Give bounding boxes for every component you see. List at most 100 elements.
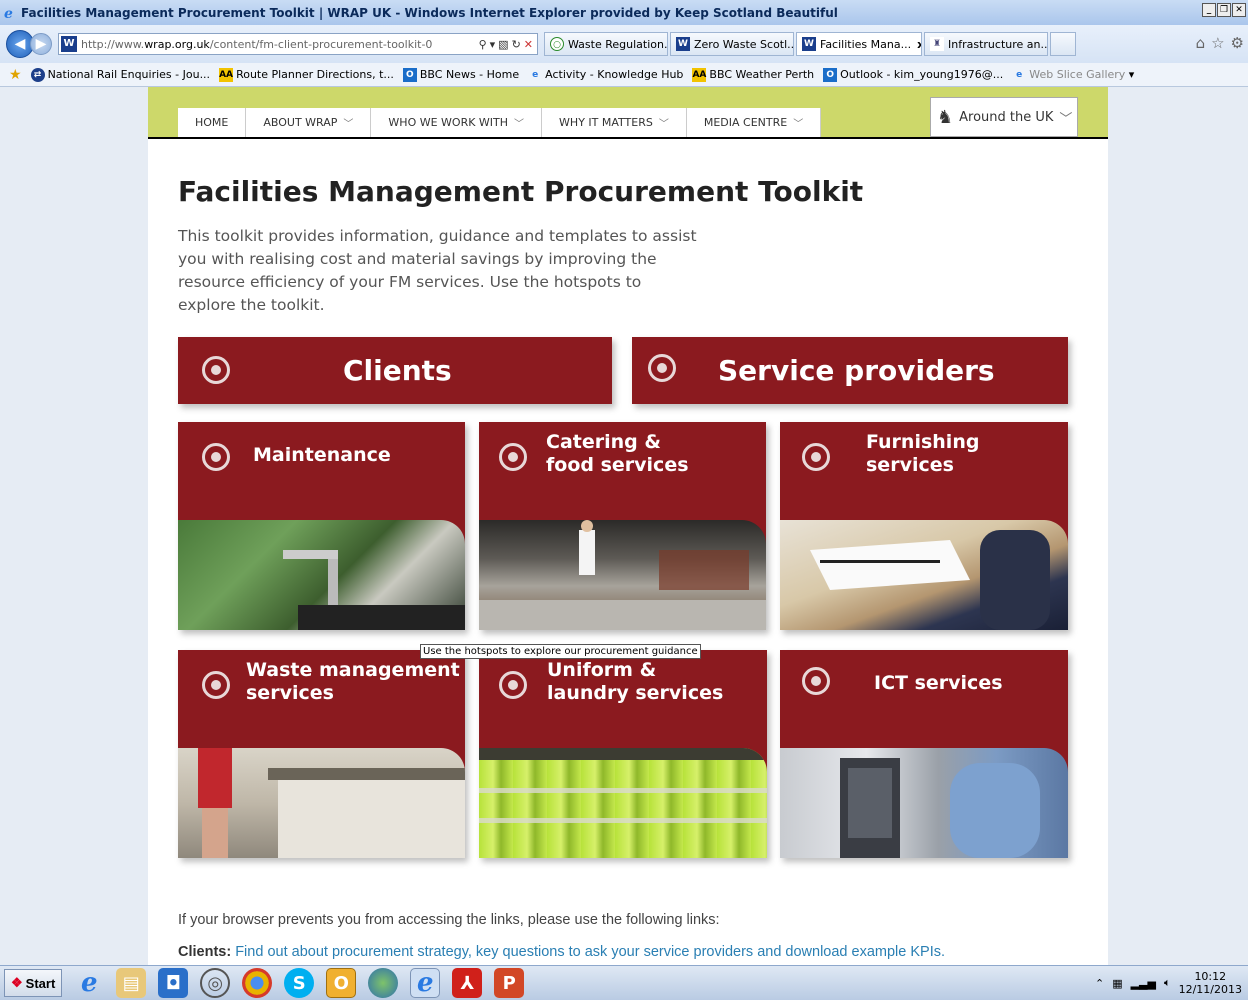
maintenance-image <box>178 520 465 630</box>
globe-icon: ○ <box>550 37 564 51</box>
fav-outlook[interactable]: O Outlook - kim_young1976@... <box>823 67 1003 82</box>
forward-button[interactable]: ▶ <box>30 33 52 55</box>
tile-label-line2: services <box>866 453 954 476</box>
window-title-bar: e Facilities Management Procurement Tool… <box>0 0 1248 25</box>
adobe-reader-icon[interactable]: ⅄ <box>452 968 483 998</box>
close-window-button[interactable]: ✕ <box>1232 3 1246 17</box>
internet-explorer-icon[interactable]: e <box>74 968 104 998</box>
waste-management-image <box>178 748 465 858</box>
aa-icon: AA <box>692 67 707 82</box>
tile-label-line1: Furnishing <box>866 431 980 453</box>
new-tab-button[interactable] <box>1050 32 1076 56</box>
footer-clients-link[interactable]: Find out about procurement strategy, key… <box>235 944 945 960</box>
gear-icon[interactable]: ⚙ <box>1231 34 1244 52</box>
fav-national-rail[interactable]: ⇄ National Rail Enquiries - Jou... <box>30 67 210 82</box>
globe-app-icon[interactable] <box>368 968 399 998</box>
stop-icon[interactable]: ✕ <box>524 38 533 51</box>
desk-icon <box>810 530 1050 630</box>
chrome-icon[interactable] <box>242 968 273 998</box>
browser-tools: ⌂ ☆ ⚙ <box>1196 34 1244 52</box>
fav-bbc-weather[interactable]: AA BBC Weather Perth <box>692 67 814 82</box>
tile-label-line1: Waste management <box>246 659 460 681</box>
tile-furnishing[interactable]: Furnishing services <box>780 422 1068 630</box>
tile-label: ICT services <box>874 672 1003 694</box>
catering-image <box>479 520 766 630</box>
tile-uniform-laundry[interactable]: Uniform & laundry services <box>479 650 767 858</box>
close-tab-icon[interactable]: x <box>917 38 921 51</box>
tile-service-providers[interactable]: Service providers <box>632 337 1068 404</box>
crest-icon: ♜ <box>930 37 944 51</box>
site-header: HOME ABOUT WRAP ﹀ WHO WE WORK WITH ﹀ WHY I… <box>148 87 1108 139</box>
tile-ict-services[interactable]: ICT services <box>780 650 1068 858</box>
ie-page-icon: e <box>532 69 539 80</box>
search-icon[interactable]: ⚲ <box>479 38 487 51</box>
favorites-star-icon[interactable]: ★ <box>9 67 22 83</box>
hotspot-icon <box>648 354 676 382</box>
hi-vis-vest-icon <box>479 748 767 823</box>
address-bar[interactable]: W http://www. wrap.org.uk/content/fm-clie… <box>58 33 538 55</box>
tab-waste-regulation[interactable]: ○ Waste Regulation... <box>544 32 668 56</box>
chevron-down-icon: ﹀ <box>1059 111 1073 127</box>
menu-about-wrap[interactable]: ABOUT WRAP ﹀ <box>246 108 372 137</box>
address-tools: ⚲ ▾ ▧ ↻ ✕ <box>479 38 537 51</box>
hotspot-icon <box>202 356 230 384</box>
powerpoint-icon[interactable]: P <box>494 968 525 998</box>
fav-route-planner[interactable]: AA Route Planner Directions, t... <box>219 67 394 82</box>
tile-maintenance[interactable]: Maintenance <box>178 422 465 630</box>
tile-catering[interactable]: Catering & food services <box>479 422 766 630</box>
chevron-down-icon: ﹀ <box>658 119 669 130</box>
system-tray: ⌃ ▦ ▂▃▅ 🔈︎ 10:12 12/11/2013 <box>1095 970 1242 996</box>
fav-bbc-news[interactable]: O BBC News - Home <box>402 67 519 82</box>
person-icon <box>198 748 465 858</box>
browser-viewport: HOME ABOUT WRAP ﹀ WHO WE WORK WITH ﹀ WHY I… <box>0 87 1248 965</box>
media-player-icon[interactable]: ◎ <box>200 968 231 998</box>
tile-label-line2: food services <box>546 453 689 476</box>
tab-infrastructure[interactable]: ♜ Infrastructure an... <box>924 32 1048 56</box>
refresh-icon[interactable]: ↻ <box>512 38 521 51</box>
tray-expand-icon[interactable]: ⌃ <box>1095 977 1104 990</box>
kitchen-icon <box>479 520 766 630</box>
restore-button[interactable]: ❐ <box>1217 3 1231 17</box>
menu-media-centre[interactable]: MEDIA CENTRE ﹀ <box>686 108 822 137</box>
menu-home[interactable]: HOME <box>178 108 247 137</box>
hotspot-icon <box>802 667 830 695</box>
svg-text:e: e <box>4 6 13 21</box>
tile-label-line2: services <box>246 681 334 704</box>
favorites-star-icon[interactable]: ☆ <box>1211 34 1224 52</box>
server-icon <box>840 758 1040 858</box>
fav-web-slice-gallery[interactable]: e Web Slice Gallery ▾ <box>1012 68 1134 82</box>
outlook-open-icon[interactable]: O <box>326 968 357 998</box>
around-the-uk-button[interactable]: ♞ Around the UK ﹀ <box>930 97 1078 137</box>
compatibility-icon[interactable]: ▧ <box>498 38 508 51</box>
aa-icon: AA <box>219 67 234 82</box>
clock[interactable]: 10:12 12/11/2013 <box>1179 970 1242 996</box>
home-icon[interactable]: ⌂ <box>1196 34 1206 52</box>
signal-icon[interactable]: ▂▃▅ <box>1131 977 1156 990</box>
outlook-taskbar-icon[interactable]: ◘ <box>158 968 189 998</box>
tile-waste-management[interactable]: Waste management services <box>178 650 465 858</box>
start-button[interactable]: ❖ Start <box>4 969 63 997</box>
dropdown-icon[interactable]: ▾ <box>490 38 496 51</box>
address-prefix: http://www. <box>81 37 145 51</box>
volume-icon[interactable]: 🔈︎ <box>1164 976 1171 990</box>
page-title: Facilities Management Procurement Toolki… <box>178 175 864 208</box>
fav-knowledge-hub[interactable]: e Activity - Knowledge Hub <box>528 68 683 82</box>
tile-label: Maintenance <box>253 444 391 466</box>
tile-clients[interactable]: Clients <box>178 337 612 404</box>
tap-icon <box>283 550 465 630</box>
hotspot-icon <box>202 671 230 699</box>
uk-map-icon: ♞ <box>937 106 954 128</box>
tab-facilities[interactable]: WFacilities Mana...x <box>796 32 922 56</box>
tab-zero-waste[interactable]: W Zero Waste Scotl... <box>670 32 794 56</box>
minimize-button[interactable]: _ <box>1202 3 1216 17</box>
wrap-icon: W <box>676 37 690 51</box>
network-icon[interactable]: ▦ <box>1112 977 1122 990</box>
address-domain: wrap.org.uk <box>144 37 210 51</box>
internet-explorer-active-icon[interactable]: e <box>410 968 441 998</box>
rail-icon: ⇄ <box>30 67 45 82</box>
menu-why-it-matters[interactable]: WHY IT MATTERS ﹀ <box>542 108 687 137</box>
tile-label-line2: laundry services <box>547 681 724 704</box>
file-explorer-icon[interactable]: ▤ <box>116 968 147 998</box>
skype-icon[interactable]: S <box>284 968 315 998</box>
menu-who-we-work-with[interactable]: WHO WE WORK WITH ﹀ <box>371 108 543 137</box>
